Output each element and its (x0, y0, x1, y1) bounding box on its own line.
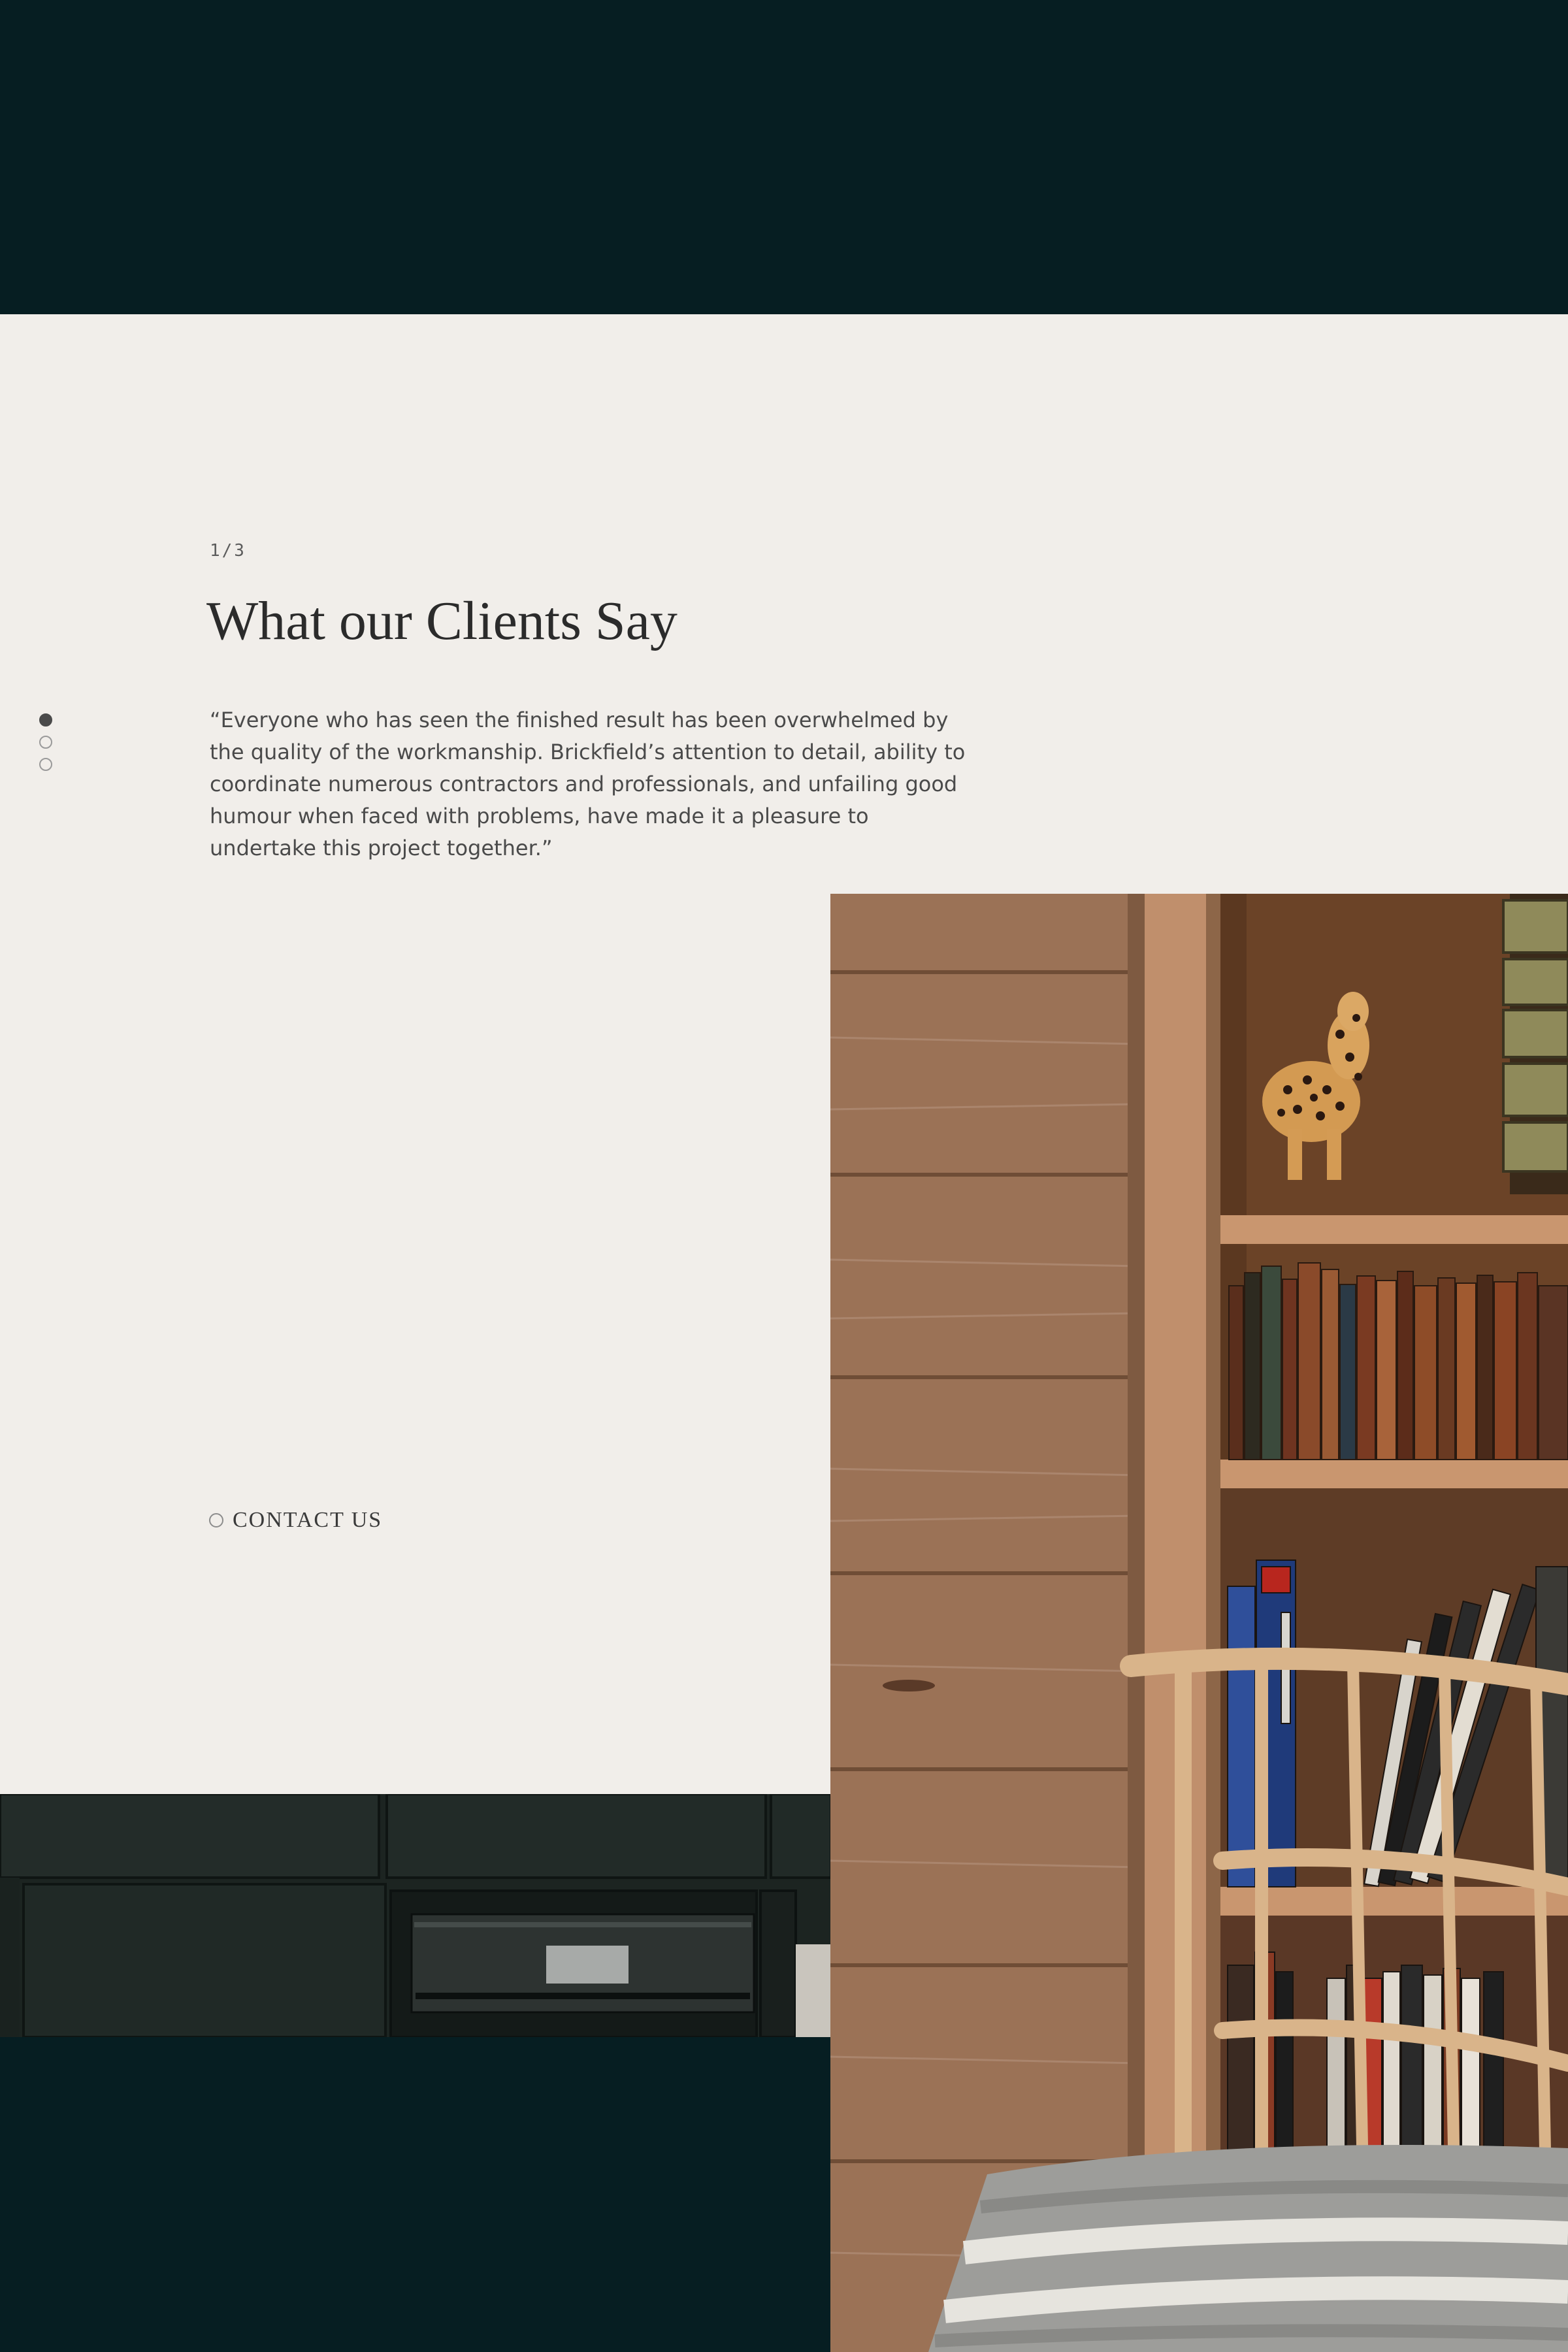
top-dark-band (0, 0, 1568, 314)
kitchen-illustration (0, 1794, 831, 2037)
slide-dot-2[interactable] (39, 736, 52, 749)
slider-pagination (39, 713, 54, 780)
library-photo (830, 894, 1568, 2352)
kitchen-photo (0, 1794, 831, 2037)
contact-us-link[interactable]: CONTACT US (209, 1508, 382, 1533)
contact-us-label: CONTACT US (233, 1508, 383, 1532)
slide-dot-3[interactable] (39, 758, 52, 771)
testimonial-quote: “Everyone who has seen the finished resu… (210, 708, 966, 860)
library-illustration (830, 894, 1568, 2352)
slide-counter: 1/3 (210, 541, 246, 561)
slide-dot-1[interactable] (39, 713, 52, 727)
section-title: What our Clients Say (206, 591, 678, 651)
circle-icon (209, 1513, 223, 1527)
